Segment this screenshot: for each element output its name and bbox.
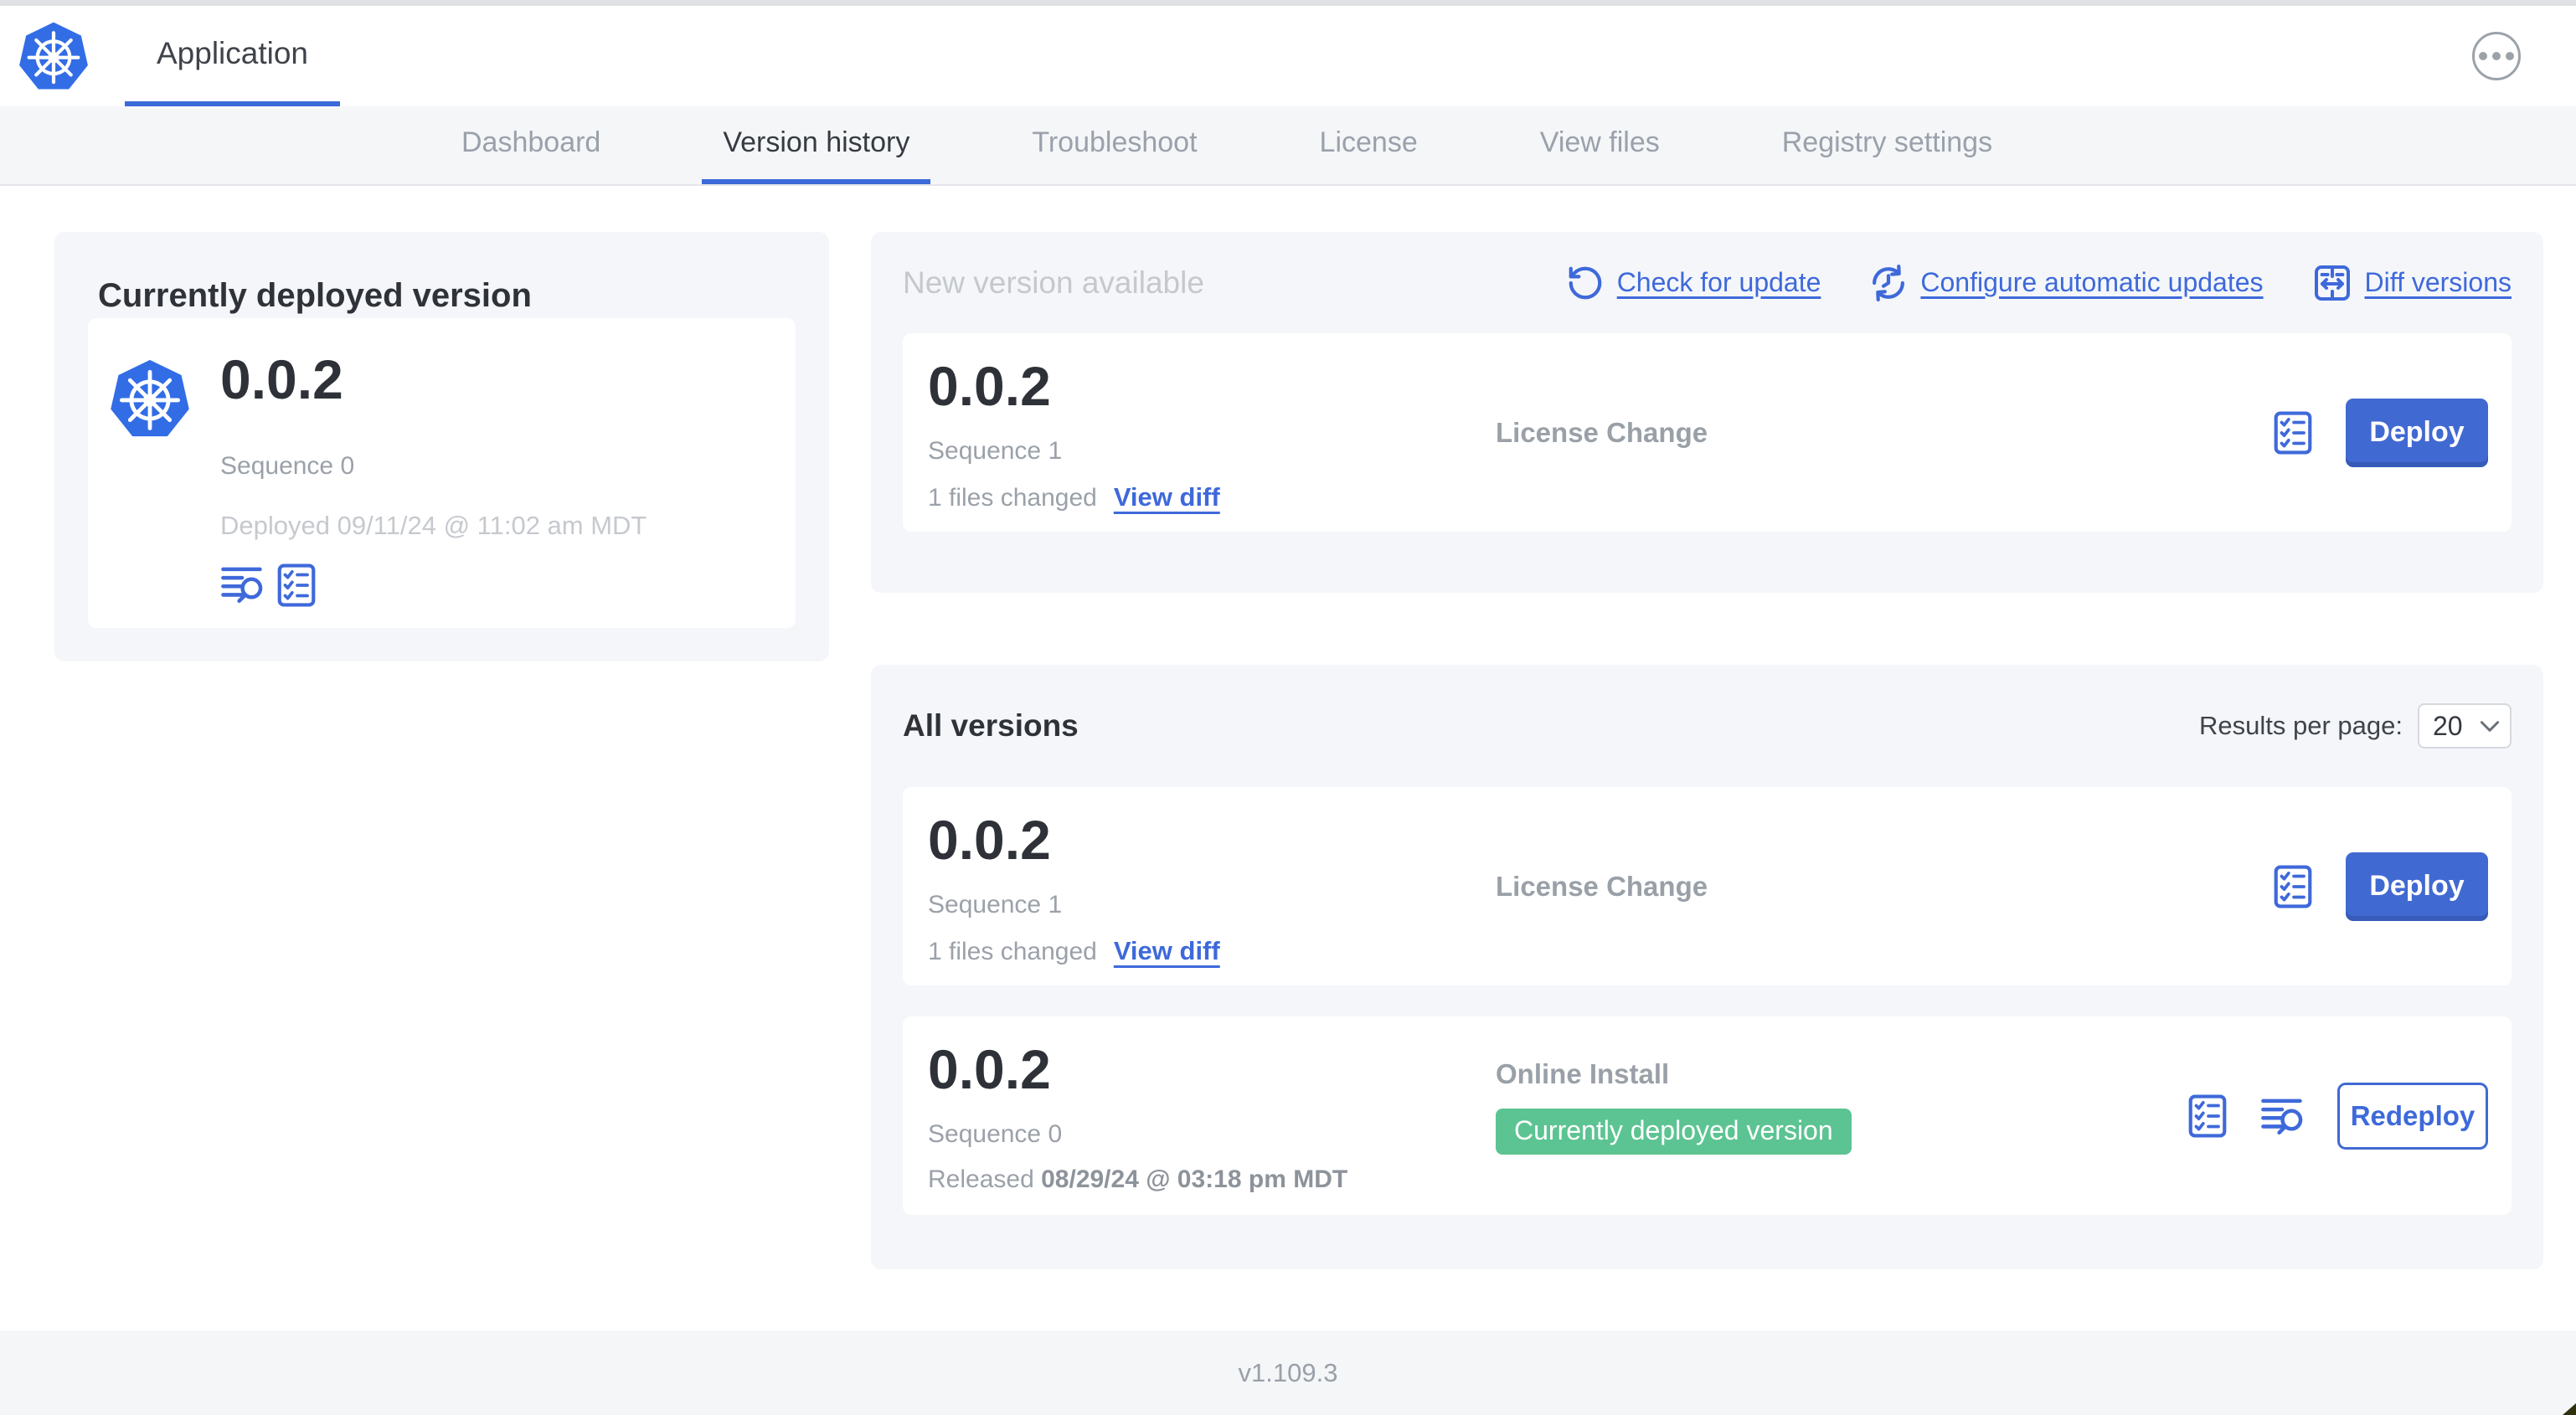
redeploy-button[interactable]: Redeploy — [2337, 1082, 2488, 1150]
tab-registry-settings[interactable]: Registry settings — [1761, 106, 2013, 184]
schedule-icon — [1869, 264, 1908, 302]
version-sequence: Sequence 0 — [928, 1120, 1063, 1148]
kubernetes-logo-icon — [18, 19, 89, 93]
results-per-page-value: 20 — [2433, 710, 2463, 741]
ellipsis-icon — [2479, 52, 2487, 60]
kubernetes-app-icon — [110, 357, 190, 440]
preflight-checklist-icon[interactable] — [2274, 411, 2312, 455]
files-changed-text: 1 files changed — [928, 938, 1097, 965]
cursor-artifact — [2563, 1403, 2576, 1415]
overflow-menu-button[interactable] — [2472, 32, 2521, 80]
version-number: 0.0.2 — [928, 1038, 1051, 1100]
version-sequence: Sequence 1 — [928, 437, 1063, 465]
preflight-checklist-icon[interactable] — [2274, 865, 2312, 908]
console-version: v1.109.3 — [1238, 1357, 1338, 1387]
currently-deployed-card: Currently deployed version 0.0.2 Sequenc… — [54, 232, 829, 661]
current-version-number: 0.0.2 — [220, 348, 343, 410]
tab-license[interactable]: License — [1299, 106, 1439, 184]
currently-deployed-title: Currently deployed version — [98, 277, 532, 314]
version-number: 0.0.2 — [928, 355, 1051, 417]
footer: v1.109.3 — [0, 1330, 2576, 1415]
logs-icon[interactable] — [220, 563, 264, 607]
nav-tabbar: Dashboard Version history Troubleshoot L… — [0, 106, 2576, 186]
check-for-update-link[interactable]: Check for update — [1566, 264, 1821, 302]
app-header: Application — [0, 6, 2576, 106]
version-sequence: Sequence 1 — [928, 891, 1063, 918]
new-version-card: New version available Check for update C… — [871, 232, 2543, 593]
currently-deployed-badge: Currently deployed version — [1496, 1109, 1852, 1155]
version-row-sequence-1: 0.0.2 Sequence 1 1 files changed View di… — [903, 787, 2512, 985]
app-tab-application[interactable]: Application — [125, 6, 341, 106]
refresh-icon — [1566, 264, 1605, 302]
version-type-label: License Change — [1496, 870, 1708, 902]
released-at-text: Released 08/29/24 @ 03:18 pm MDT — [928, 1165, 1348, 1193]
diff-versions-link[interactable]: Diff versions — [2312, 263, 2512, 303]
results-per-page-select[interactable]: 20 — [2418, 703, 2512, 749]
version-type-label: License Change — [1496, 416, 1708, 448]
deploy-button[interactable]: Deploy — [2346, 398, 2488, 467]
deploy-button[interactable]: Deploy — [2346, 852, 2488, 921]
configure-automatic-updates-link[interactable]: Configure automatic updates — [1869, 264, 2264, 302]
preflight-checklist-icon[interactable] — [2188, 1094, 2227, 1138]
diff-icon — [2312, 263, 2352, 303]
new-version-row: 0.0.2 Sequence 1 1 files changed View di… — [903, 333, 2512, 532]
version-type-label: Online Install — [1496, 1058, 1670, 1089]
view-diff-link[interactable]: View diff — [1114, 482, 1220, 512]
preflight-checklist-icon[interactable] — [277, 563, 316, 607]
tab-troubleshoot[interactable]: Troubleshoot — [1011, 106, 1218, 184]
results-per-page-label: Results per page: — [2199, 711, 2403, 740]
chevron-down-icon — [2480, 720, 2500, 733]
tab-view-files[interactable]: View files — [1519, 106, 1681, 184]
all-versions-title: All versions — [903, 708, 1079, 743]
app-tab-label: Application — [157, 36, 309, 70]
logs-icon[interactable] — [2260, 1095, 2304, 1137]
current-version-deployed-at: Deployed 09/11/24 @ 11:02 am MDT — [220, 511, 647, 540]
version-row-sequence-0: 0.0.2 Sequence 0 Released 08/29/24 @ 03:… — [903, 1016, 2512, 1215]
currently-deployed-inner-card: 0.0.2 Sequence 0 Deployed 09/11/24 @ 11:… — [88, 318, 796, 628]
current-version-sequence: Sequence 0 — [220, 452, 355, 480]
tab-dashboard[interactable]: Dashboard — [440, 106, 621, 184]
top-edge-strip — [0, 0, 2576, 6]
version-number: 0.0.2 — [928, 809, 1051, 871]
tab-version-history[interactable]: Version history — [702, 106, 931, 184]
view-diff-link[interactable]: View diff — [1114, 936, 1220, 966]
all-versions-card: All versions Results per page: 20 0.0.2 … — [871, 665, 2543, 1269]
new-version-title: New version available — [903, 265, 1204, 300]
released-date: 08/29/24 @ 03:18 pm MDT — [1041, 1165, 1348, 1193]
files-changed-text: 1 files changed — [928, 484, 1097, 512]
